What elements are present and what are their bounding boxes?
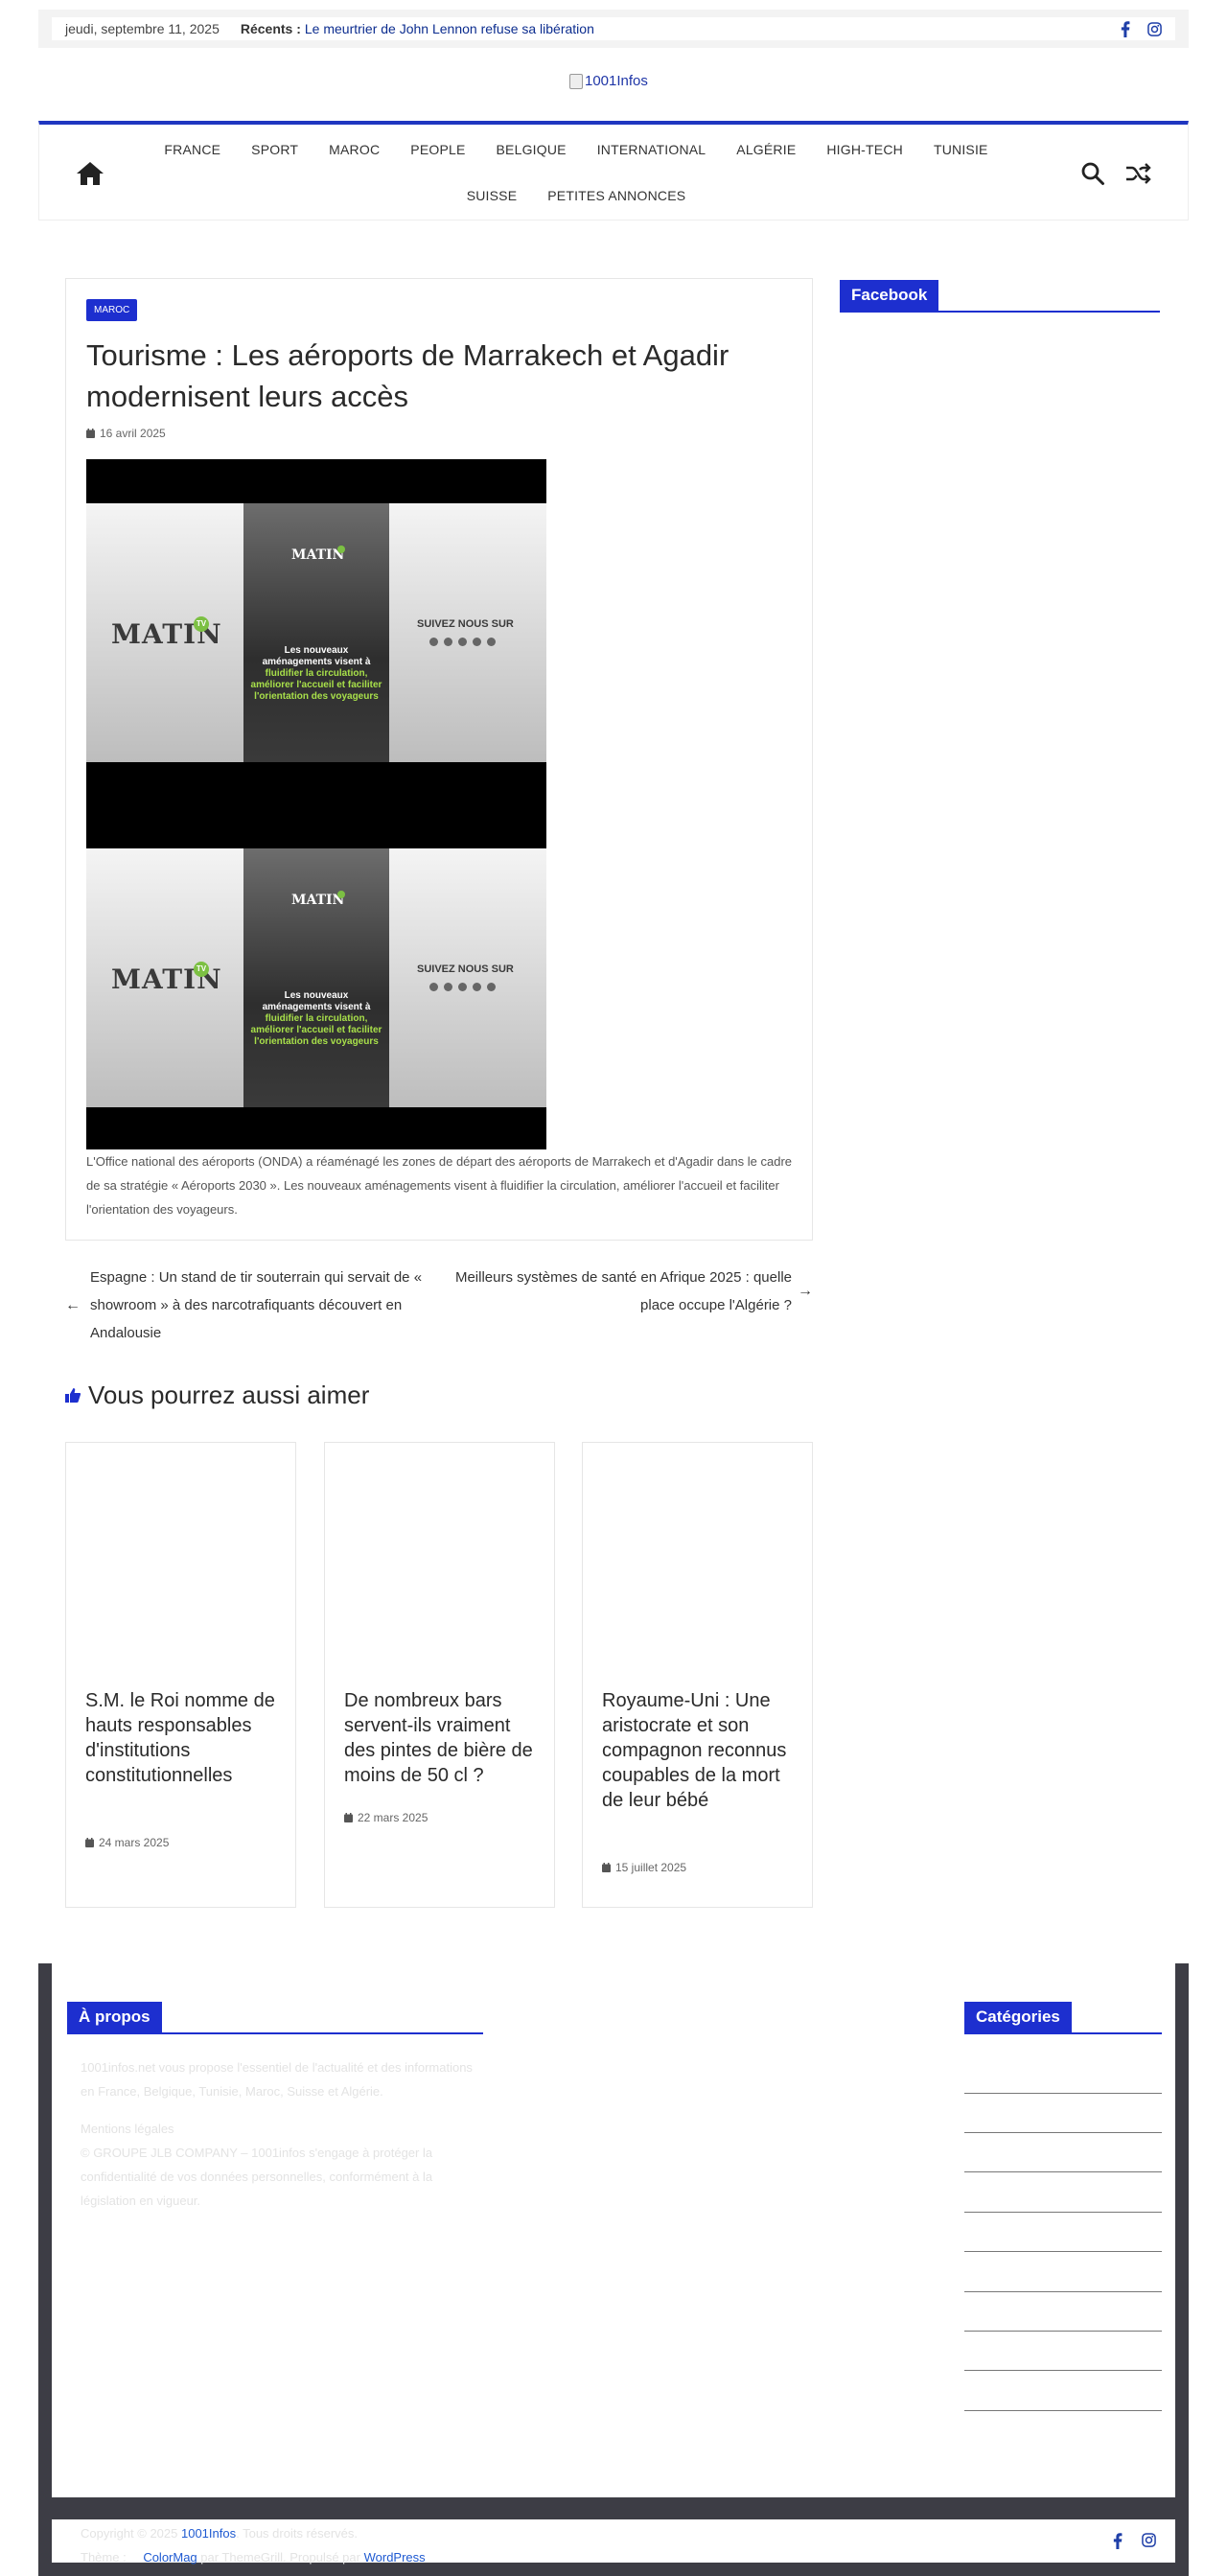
related-heading: Vous pourrez aussi aimer (65, 1381, 369, 1410)
previous-post-link[interactable]: ← Espagne : Un stand de tir souterrain q… (65, 1264, 429, 1347)
instagram-icon[interactable] (1142, 2533, 1156, 2554)
top-social-links (1121, 20, 1162, 37)
category-item[interactable] (964, 2132, 1162, 2133)
about-widget-text: 1001infos.net vous propose l'essentiel d… (81, 2055, 483, 2213)
logo-alt-text: 1001Infos (585, 73, 648, 89)
related-post-date[interactable]: 15 juillet 2025 (602, 1861, 686, 1874)
home-icon[interactable] (76, 161, 104, 191)
nav-menu: FRANCE SPORT MAROC PEOPLE BELGIQUE INTER… (145, 125, 1007, 217)
legal-title[interactable]: Mentions légales (81, 2117, 483, 2141)
instagram-icon[interactable] (1147, 21, 1162, 36)
nav-item-belgique[interactable]: BELGIQUE (481, 125, 582, 171)
categories-widget-title: Catégories (964, 2002, 1162, 2034)
green-dot (337, 891, 345, 898)
category-item[interactable] (964, 2410, 1162, 2411)
related-post-card[interactable]: S.M. le Roi nomme de hauts responsables … (65, 1442, 296, 1908)
broken-image-icon (569, 73, 583, 89)
category-item[interactable] (964, 2093, 1162, 2094)
video-frame: MATIN TV MATIN Les nouveaux aménagements… (86, 848, 546, 1107)
theme-link[interactable]: ColorMag (143, 2550, 197, 2564)
follow-text: SUIVEZ NOUS SUR (417, 963, 514, 975)
category-item[interactable] (964, 2212, 1162, 2213)
related-post-title[interactable]: Royaume-Uni : Une aristocrate et son com… (602, 1688, 794, 1813)
legal-text: © GROUPE JLB COMPANY – 1001infos s'engag… (81, 2146, 433, 2208)
arrow-left-icon: ← (65, 1297, 81, 1313)
recent-label: Récents : (240, 21, 301, 36)
article-body: L'Office national des aéroports (ONDA) a… (86, 1154, 793, 1217)
article-title: Tourisme : Les aéroports de Marrakech et… (86, 338, 729, 413)
article-video[interactable]: MATIN TV MATIN Les nouveaux aménagements… (86, 459, 546, 1149)
related-post-card[interactable]: Royaume-Uni : Une aristocrate et son com… (582, 1442, 813, 1908)
nav-item-suisse[interactable]: SUISSE (451, 171, 533, 217)
footer-social-links (1113, 2533, 1156, 2554)
thumbs-up-icon (65, 1388, 81, 1403)
arrow-right-icon: → (798, 1283, 813, 1299)
tv-badge: TV (194, 962, 209, 977)
copyright-text: Copyright © 2025 1001Infos. Tous droits … (81, 2526, 426, 2564)
previous-post-title: Espagne : Un stand de tir souterrain qui… (90, 1269, 423, 1341)
search-icon[interactable] (1080, 161, 1105, 191)
facebook-widget-title: Facebook (840, 280, 1160, 313)
current-date: jeudi, septembre 11, 2025 (65, 21, 220, 36)
nav-item-maroc[interactable]: MAROC (313, 125, 395, 171)
article-date[interactable]: 16 avril 2025 (86, 427, 166, 440)
nav-item-high-tech[interactable]: HIGH-TECH (811, 125, 918, 171)
related-post-title[interactable]: S.M. le Roi nomme de hauts responsables … (85, 1688, 277, 1788)
shuffle-icon[interactable] (1124, 161, 1151, 191)
nav-item-petites-annonces[interactable]: PETITES ANNONCES (532, 171, 701, 217)
top-bar: jeudi, septembre 11, 2025 Récents : Le m… (38, 10, 1189, 48)
wordpress-link[interactable]: WordPress (364, 2550, 426, 2564)
follow-social-icons (429, 638, 496, 646)
category-item[interactable] (964, 2251, 1162, 2252)
copyright-site-link[interactable]: 1001Infos (181, 2526, 236, 2541)
main-navigation: FRANCE SPORT MAROC PEOPLE BELGIQUE INTER… (38, 121, 1189, 220)
nav-item-tunisie[interactable]: TUNISIE (918, 125, 1004, 171)
follow-social-icons (429, 983, 496, 991)
nav-item-international[interactable]: INTERNATIONAL (582, 125, 722, 171)
category-item[interactable] (964, 2291, 1162, 2292)
category-item[interactable] (964, 2331, 1162, 2332)
facebook-icon[interactable] (1121, 20, 1130, 37)
related-heading-text: Vous pourrez aussi aimer (88, 1381, 370, 1409)
next-post-title: Meilleurs systèmes de santé en Afrique 2… (454, 1269, 792, 1313)
follow-text: SUIVEZ NOUS SUR (417, 618, 514, 630)
video-phone-frame: MATIN Les nouveaux aménagements visent à… (243, 848, 389, 1107)
calendar-icon (602, 1863, 611, 1872)
related-post-date[interactable]: 24 mars 2025 (85, 1836, 169, 1849)
video-phone-frame: MATIN Les nouveaux aménagements visent à… (243, 503, 389, 762)
article-date-text: 16 avril 2025 (100, 427, 166, 440)
facebook-icon[interactable] (1113, 2533, 1123, 2554)
related-post-title[interactable]: De nombreux bars servent-ils vraiment de… (344, 1688, 536, 1788)
calendar-icon (344, 1813, 353, 1822)
recent-news-link[interactable]: Le meurtrier de John Lennon refuse sa li… (305, 21, 594, 36)
tv-badge: TV (194, 616, 209, 632)
green-dot (337, 545, 345, 553)
video-frame: MATIN TV MATIN Les nouveaux aménagements… (86, 503, 546, 762)
nav-item-algerie[interactable]: ALGÉRIE (721, 125, 811, 171)
related-post-date[interactable]: 22 mars 2025 (344, 1811, 428, 1824)
related-post-card[interactable]: De nombreux bars servent-ils vraiment de… (324, 1442, 555, 1908)
top-bar-inner: jeudi, septembre 11, 2025 Récents : Le m… (52, 17, 1175, 40)
site-logo[interactable]: 1001Infos (569, 73, 648, 89)
video-caption: Les nouveaux aménagements visent à fluid… (250, 990, 382, 1047)
site-footer: À propos 1001infos.net vous propose l'es… (38, 1963, 1189, 2576)
category-badge[interactable]: MAROC (86, 299, 138, 321)
nav-tools (1080, 161, 1151, 191)
nav-item-people[interactable]: PEOPLE (395, 125, 480, 171)
next-post-link[interactable]: Meilleurs systèmes de santé en Afrique 2… (449, 1264, 813, 1319)
about-widget-title: À propos (67, 2002, 483, 2034)
category-item[interactable] (964, 2370, 1162, 2371)
category-item[interactable] (964, 2171, 1162, 2172)
nav-item-france[interactable]: FRANCE (149, 125, 236, 171)
post-navigation: ← Espagne : Un stand de tir souterrain q… (65, 1264, 813, 1359)
nav-item-sport[interactable]: SPORT (236, 125, 313, 171)
footer-bottom-bar: Copyright © 2025 1001Infos. Tous droits … (52, 2519, 1175, 2564)
video-caption: Les nouveaux aménagements visent à fluid… (250, 645, 382, 702)
calendar-icon (85, 1838, 94, 1847)
calendar-icon (86, 429, 95, 438)
footer-widgets: À propos 1001infos.net vous propose l'es… (52, 1963, 1175, 2497)
article-card: MAROC Tourisme : Les aéroports de Marrak… (65, 278, 813, 1241)
